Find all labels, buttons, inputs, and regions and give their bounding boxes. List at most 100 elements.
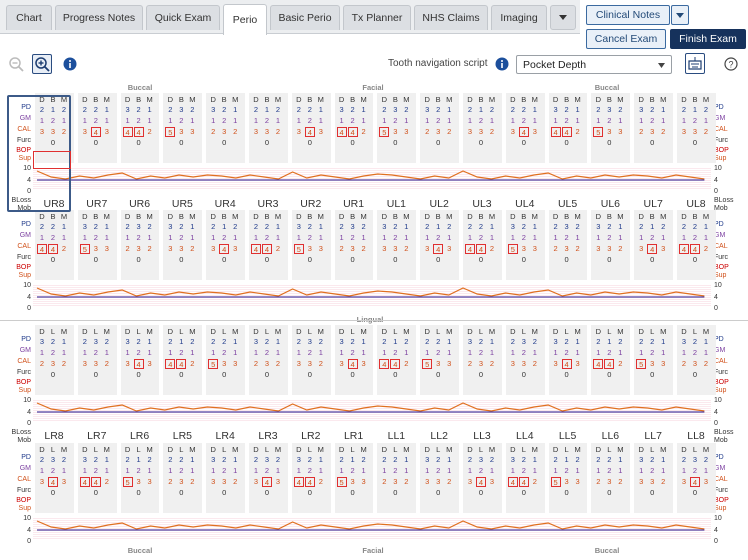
cal-value[interactable]: 2 bbox=[251, 359, 261, 368]
pd-value[interactable]: 3 bbox=[294, 222, 304, 231]
pd-value[interactable]: 2 bbox=[422, 337, 432, 346]
gm-value[interactable]: 2 bbox=[348, 466, 358, 475]
pd-value[interactable]: 2 bbox=[679, 222, 689, 231]
pd-value[interactable]: 1 bbox=[145, 337, 155, 346]
pd-value[interactable]: 1 bbox=[316, 455, 326, 464]
tooth-name[interactable]: UR6 bbox=[120, 198, 160, 210]
keyboard-button[interactable] bbox=[685, 53, 705, 74]
gm-value[interactable]: 1 bbox=[230, 348, 240, 357]
gm-value[interactable]: 2 bbox=[219, 233, 229, 242]
cal-value[interactable]: 3 bbox=[615, 127, 625, 136]
gm-value[interactable]: 1 bbox=[465, 233, 475, 242]
cal-value[interactable]: 3 bbox=[176, 477, 186, 486]
pd-value[interactable]: 1 bbox=[390, 337, 400, 346]
gm-value[interactable]: 2 bbox=[562, 348, 572, 357]
cal-value[interactable]: 3 bbox=[176, 127, 186, 136]
gm-value[interactable]: 2 bbox=[390, 116, 400, 125]
pd-value[interactable]: 1 bbox=[219, 222, 229, 231]
cal-value[interactable]: 4 bbox=[690, 477, 700, 487]
furc-value[interactable]: 0 bbox=[134, 255, 144, 264]
cal-value[interactable]: 3 bbox=[145, 359, 155, 368]
gm-value[interactable]: 2 bbox=[262, 348, 272, 357]
pd-value[interactable]: 2 bbox=[348, 337, 358, 346]
pd-value[interactable]: 1 bbox=[433, 222, 443, 231]
pd-value[interactable]: 2 bbox=[359, 222, 369, 231]
cal-value[interactable]: 5 bbox=[593, 127, 604, 137]
gm-value[interactable]: 2 bbox=[176, 466, 186, 475]
cal-value[interactable]: 4 bbox=[48, 244, 58, 254]
pd-value[interactable]: 3 bbox=[123, 105, 133, 114]
pd-value[interactable]: 2 bbox=[273, 455, 283, 464]
gm-value[interactable]: 1 bbox=[701, 116, 711, 125]
cal-value[interactable]: 3 bbox=[348, 477, 358, 486]
pd-value[interactable]: 1 bbox=[487, 337, 497, 346]
gm-value[interactable]: 1 bbox=[573, 116, 583, 125]
navigation-info-button[interactable] bbox=[492, 54, 512, 74]
cal-value[interactable]: 2 bbox=[165, 477, 175, 486]
pd-value[interactable]: 2 bbox=[230, 222, 240, 231]
pd-value[interactable]: 2 bbox=[390, 455, 400, 464]
pd-value[interactable]: 2 bbox=[690, 337, 700, 346]
zoom-in-button[interactable] bbox=[32, 54, 52, 74]
pd-value[interactable]: 3 bbox=[636, 455, 646, 464]
pd-value[interactable]: 3 bbox=[134, 222, 144, 231]
furc-value[interactable]: 0 bbox=[219, 488, 229, 497]
gm-value[interactable]: 1 bbox=[102, 233, 112, 242]
pd-value[interactable]: 1 bbox=[444, 337, 454, 346]
gm-value[interactable]: 1 bbox=[294, 466, 304, 475]
furc-value[interactable]: 0 bbox=[91, 488, 101, 497]
gm-value[interactable]: 1 bbox=[444, 233, 454, 242]
gm-value[interactable]: 1 bbox=[679, 466, 689, 475]
cal-value[interactable]: 2 bbox=[444, 127, 454, 136]
cal-value[interactable]: 2 bbox=[316, 477, 326, 486]
pd-value[interactable]: 2 bbox=[165, 337, 175, 346]
gm-value[interactable]: 1 bbox=[230, 116, 240, 125]
pd-value[interactable]: 3 bbox=[679, 337, 689, 346]
pd-value[interactable]: 3 bbox=[551, 105, 561, 114]
bop-input-box[interactable] bbox=[33, 151, 71, 169]
cal-value[interactable]: 2 bbox=[37, 359, 47, 368]
cal-value[interactable]: 3 bbox=[573, 477, 583, 486]
cal-value[interactable]: 3 bbox=[230, 359, 240, 368]
gm-value[interactable]: 1 bbox=[379, 116, 389, 125]
furc-value[interactable]: 0 bbox=[176, 370, 186, 379]
cal-value[interactable]: 4 bbox=[433, 244, 444, 254]
pd-value[interactable]: 1 bbox=[187, 455, 197, 464]
gm-value[interactable]: 2 bbox=[305, 233, 315, 242]
cal-value[interactable]: 4 bbox=[176, 359, 187, 369]
pd-value[interactable]: 1 bbox=[444, 455, 454, 464]
pd-value[interactable]: 2 bbox=[165, 455, 175, 464]
furc-value[interactable]: 0 bbox=[476, 370, 486, 379]
gm-value[interactable]: 2 bbox=[476, 116, 486, 125]
cal-value[interactable]: 2 bbox=[615, 244, 625, 253]
furc-value[interactable]: 0 bbox=[604, 488, 614, 497]
cal-value[interactable]: 4 bbox=[390, 359, 401, 369]
gm-value[interactable]: 2 bbox=[604, 116, 614, 125]
cal-value[interactable]: 3 bbox=[444, 359, 454, 368]
cal-value[interactable]: 3 bbox=[604, 127, 614, 136]
gm-value[interactable]: 1 bbox=[551, 116, 561, 125]
gm-value[interactable]: 1 bbox=[251, 348, 261, 357]
gm-value[interactable]: 1 bbox=[465, 466, 475, 475]
cal-value[interactable]: 3 bbox=[134, 477, 144, 486]
pd-value[interactable]: 1 bbox=[102, 105, 112, 114]
pd-value[interactable]: 3 bbox=[37, 337, 47, 346]
gm-value[interactable]: 1 bbox=[487, 348, 497, 357]
tooth-name[interactable]: LR4 bbox=[205, 430, 245, 442]
cal-value[interactable]: 4 bbox=[133, 127, 144, 137]
gm-value[interactable]: 2 bbox=[690, 233, 700, 242]
gm-value[interactable]: 2 bbox=[476, 233, 486, 242]
pd-value[interactable]: 2 bbox=[690, 222, 700, 231]
tooth-name[interactable]: LR5 bbox=[162, 430, 202, 442]
cal-value[interactable]: 3 bbox=[562, 244, 572, 253]
gm-value[interactable]: 1 bbox=[165, 233, 175, 242]
cal-value[interactable]: 3 bbox=[176, 244, 186, 253]
gm-value[interactable]: 1 bbox=[273, 466, 283, 475]
gm-value[interactable]: 2 bbox=[176, 233, 186, 242]
pd-value[interactable]: 2 bbox=[219, 455, 229, 464]
cal-value[interactable]: 4 bbox=[79, 477, 90, 487]
pd-value[interactable]: 2 bbox=[433, 455, 443, 464]
tooth-name[interactable]: LL3 bbox=[462, 430, 502, 442]
pd-value[interactable]: 2 bbox=[604, 455, 614, 464]
furc-value[interactable]: 0 bbox=[433, 138, 443, 147]
